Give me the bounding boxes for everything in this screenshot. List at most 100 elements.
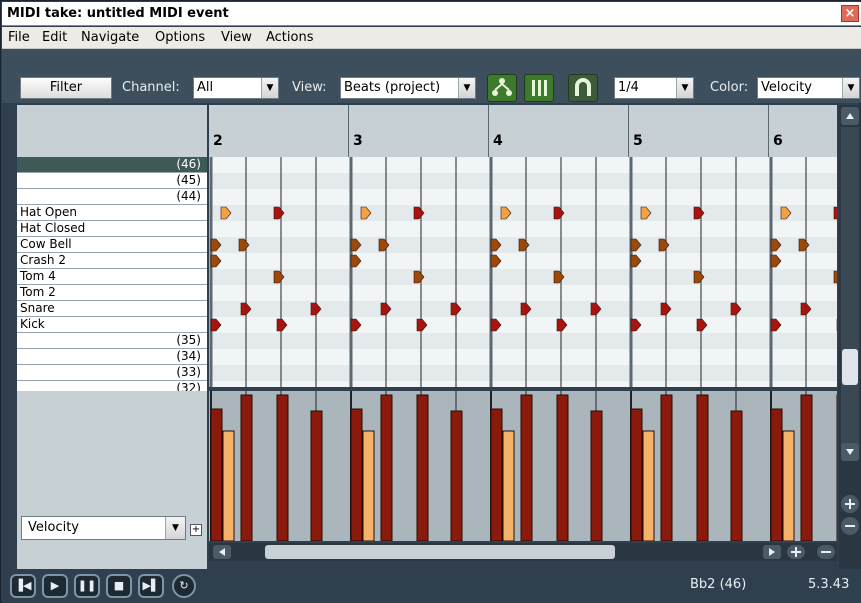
piano-key-row[interactable]: Tom 4: [17, 269, 207, 285]
chevron-down-icon: ▼: [842, 78, 859, 98]
grid-row: [209, 365, 837, 381]
midi-editor-window: MIDI take: untitled MIDI event × File Ed…: [0, 0, 861, 603]
view-select[interactable]: Beats (project) ▼: [340, 77, 476, 99]
bar-number-label: 6: [773, 133, 783, 149]
event-properties-button[interactable]: [487, 74, 517, 102]
play-button[interactable]: ▶: [42, 574, 68, 598]
add-lane-button[interactable]: +: [190, 524, 202, 536]
velocity-bar: [450, 410, 463, 541]
hscroll-thumb: [265, 545, 615, 559]
horizontal-scrollbar[interactable]: [209, 543, 837, 561]
piano-roll-keys: (46) (45) (44) Hat Open Hat Closed Cow Bell Cr…: [17, 105, 207, 397]
chevron-down-icon: ▼: [458, 78, 475, 98]
title-bar[interactable]: MIDI take: untitled MIDI event ×: [2, 2, 861, 26]
grid-row: [209, 253, 837, 269]
loop-icon: ↻: [179, 579, 189, 592]
close-icon: ×: [844, 6, 856, 21]
note-grid[interactable]: 2 3 4 5 6: [209, 105, 837, 387]
bar-number-label: 5: [633, 133, 643, 149]
chevron-down-icon: ▼: [261, 78, 278, 98]
lane-type-select[interactable]: Velocity ▼: [21, 516, 186, 540]
key-number: (44): [176, 189, 201, 203]
magnet-icon: [575, 78, 591, 96]
velocity-bar: [240, 394, 253, 541]
tree-icon: [492, 78, 512, 96]
velocity-bar: [730, 410, 743, 541]
grid-row: [209, 381, 837, 387]
note-status: Bb2 (46): [690, 577, 747, 592]
velocity-canvas[interactable]: [209, 391, 837, 541]
stop-button[interactable]: ■: [106, 574, 132, 598]
piano-key-row[interactable]: Kick: [17, 317, 207, 333]
window-title: MIDI take: untitled MIDI event: [7, 6, 229, 21]
channel-label: Channel:: [122, 80, 180, 95]
vertical-scrollbar[interactable]: [839, 105, 861, 570]
close-button[interactable]: ×: [841, 5, 859, 22]
snap-toggle-button[interactable]: [568, 74, 598, 102]
grid-row: [209, 349, 837, 365]
key-label: Tom 2: [20, 285, 56, 299]
velocity-bar: [310, 410, 323, 541]
piano-key-row[interactable]: (45): [17, 173, 207, 189]
menu-navigate[interactable]: Navigate: [81, 30, 139, 45]
grid-row: [209, 221, 837, 237]
menu-edit[interactable]: Edit: [42, 30, 67, 45]
velocity-bar: [642, 430, 655, 541]
velocity-bar: [520, 394, 533, 541]
piano-key-row[interactable]: (34): [17, 349, 207, 365]
piano-key-row[interactable]: Snare: [17, 301, 207, 317]
snap-grid-button[interactable]: [524, 74, 554, 102]
piano-key-row[interactable]: (46): [17, 157, 207, 173]
grid-size-select[interactable]: 1/4 ▼: [614, 77, 694, 99]
midi-note: [833, 270, 837, 284]
toolbar: Filter Channel: All ▼ View: Beats (proje…: [2, 49, 861, 103]
scroll-thumb: [842, 349, 858, 385]
velocity-bar: [800, 394, 813, 541]
velocity-bar: [210, 408, 223, 541]
filter-button[interactable]: Filter: [20, 77, 112, 99]
play-icon: ▶: [50, 579, 60, 592]
loop-button[interactable]: ↻: [172, 574, 196, 598]
menu-actions[interactable]: Actions: [266, 30, 314, 45]
velocity-lane[interactable]: [209, 391, 837, 541]
piano-key-row[interactable]: Hat Closed: [17, 221, 207, 237]
piano-key-row[interactable]: (35): [17, 333, 207, 349]
color-label: Color:: [710, 80, 749, 95]
piano-key-row[interactable]: Tom 2: [17, 285, 207, 301]
key-label: Tom 4: [20, 269, 56, 283]
keys-header: [17, 105, 207, 157]
pause-button[interactable]: ❚❚: [74, 574, 100, 598]
menu-view[interactable]: View: [221, 30, 252, 45]
color-mode-select[interactable]: Velocity ▼: [757, 77, 860, 99]
velocity-bar: [276, 394, 289, 541]
skip-forward-button[interactable]: ▶▌: [138, 574, 164, 598]
menu-file[interactable]: File: [8, 30, 30, 45]
grid-row: [209, 157, 837, 173]
key-label: Hat Open: [20, 205, 77, 219]
key-number: (35): [176, 333, 201, 347]
midi-note: [833, 206, 837, 220]
transport-bar: ▐◀ ▶ ❚❚ ■ ▶▌ ↻ Bb2 (46) 5.3.43: [2, 569, 861, 603]
velocity-bar: [490, 408, 503, 541]
velocity-bar: [696, 394, 709, 541]
skip-back-button[interactable]: ▐◀: [10, 574, 36, 598]
grid-row: [209, 285, 837, 301]
piano-key-row[interactable]: Crash 2: [17, 253, 207, 269]
key-number: (33): [176, 365, 201, 379]
plus-icon: +: [191, 524, 201, 535]
piano-key-row[interactable]: (33): [17, 365, 207, 381]
grid-row: [209, 269, 837, 285]
velocity-bar: [502, 430, 515, 541]
piano-key-row[interactable]: Cow Bell: [17, 237, 207, 253]
key-label: Cow Bell: [20, 237, 72, 251]
skip-forward-icon: ▶▌: [142, 579, 160, 592]
velocity-lane-panel: Velocity ▼ +: [17, 391, 207, 569]
piano-key-row[interactable]: (44): [17, 189, 207, 205]
menu-options[interactable]: Options: [155, 30, 205, 45]
piano-key-row[interactable]: Hat Open: [17, 205, 207, 221]
timeline-ruler[interactable]: 2 3 4 5 6: [209, 105, 837, 157]
channel-select[interactable]: All ▼: [193, 77, 279, 99]
position-status: 5.3.43: [808, 577, 850, 592]
grid-row: [209, 189, 837, 205]
velocity-bar: [782, 430, 795, 541]
